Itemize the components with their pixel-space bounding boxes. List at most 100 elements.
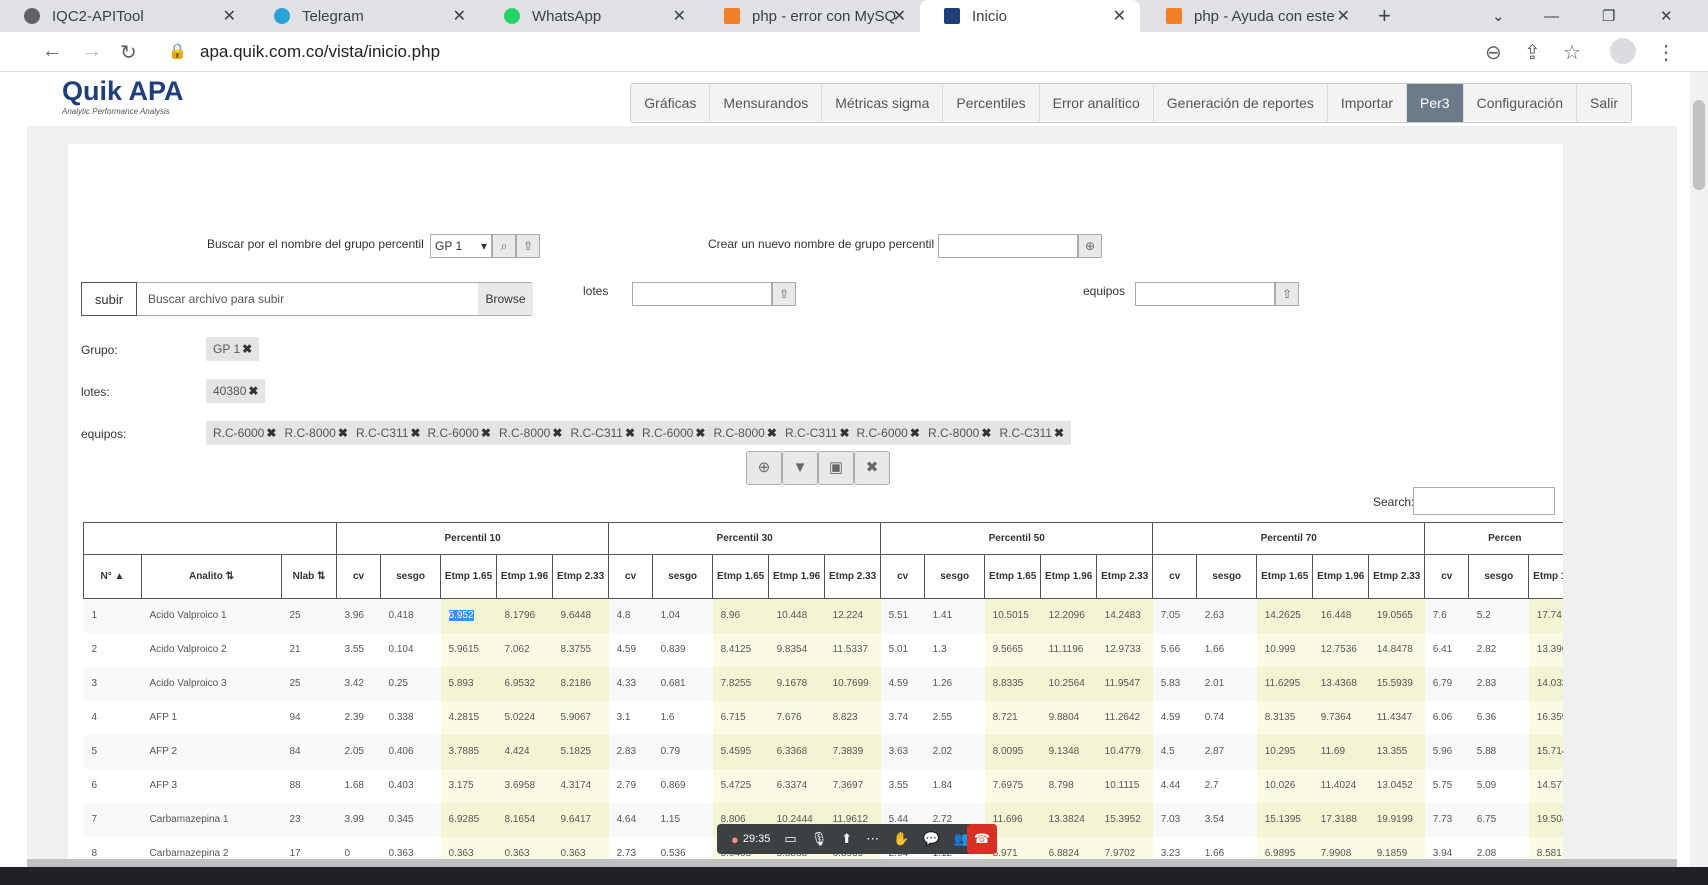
- upload-icon[interactable]: ⇧: [772, 282, 796, 306]
- lotes-input[interactable]: [632, 282, 772, 306]
- nav-error-analitico[interactable]: Error analítico: [1040, 84, 1154, 122]
- equipo-chip[interactable]: R.C-C311 ✖: [778, 421, 857, 445]
- table-row[interactable]: 5 AFP 2 84 2.05 0.406 3.7885 4.424 5.1825 2.83 0.…: [83, 734, 1563, 769]
- nav-metricas-sigma[interactable]: Métricas sigma: [822, 84, 944, 122]
- back-icon[interactable]: ←: [42, 40, 62, 63]
- nav-salir[interactable]: Salir: [1577, 84, 1631, 122]
- tab-inicio[interactable]: Inicio ✕: [920, 0, 1140, 32]
- camera-icon[interactable]: ▭: [784, 831, 796, 847]
- add-icon[interactable]: ⊕: [746, 451, 782, 485]
- tab-php-error[interactable]: php - error con MySQ ✕: [700, 0, 920, 32]
- add-circle-icon[interactable]: ⊕: [1078, 234, 1102, 258]
- equipo-chip[interactable]: R.C-C311 ✖: [992, 421, 1072, 445]
- restore-icon[interactable]: ❐: [1590, 0, 1630, 32]
- window-close-icon[interactable]: ✕: [1648, 0, 1688, 32]
- chat-icon[interactable]: 💬: [923, 831, 939, 847]
- sortable-column-header[interactable]: Etmp 1.65: [1528, 554, 1563, 599]
- mic-icon[interactable]: 🎙: [811, 831, 828, 847]
- equipo-chip[interactable]: R.C-6000 ✖: [420, 421, 498, 445]
- close-icon[interactable]: ✕: [673, 6, 686, 26]
- equipo-chip[interactable]: R.C-C311 ✖: [563, 421, 643, 445]
- nav-percentiles[interactable]: Percentiles: [943, 84, 1040, 122]
- equipo-chip[interactable]: R.C-6000 ✖: [206, 421, 284, 445]
- remove-icon[interactable]: ✖: [981, 426, 991, 440]
- remove-icon[interactable]: ✖: [839, 426, 849, 440]
- sortable-column-header[interactable]: cv: [1152, 554, 1198, 599]
- search-icon[interactable]: ⌕: [492, 234, 516, 258]
- sortable-column-header[interactable]: Etmp 1.96: [496, 554, 554, 599]
- equipo-chip[interactable]: R.C-8000 ✖: [492, 421, 570, 445]
- reload-icon[interactable]: ↻: [120, 40, 137, 65]
- sortable-column-header[interactable]: cv: [1424, 554, 1470, 599]
- group-select[interactable]: GP 1 ▾: [430, 234, 492, 258]
- zoom-icon[interactable]: ⊖: [1485, 40, 1502, 65]
- sortable-column-header[interactable]: cv: [608, 554, 654, 599]
- hangup-button[interactable]: ☎: [967, 824, 997, 854]
- new-tab-button[interactable]: +: [1364, 0, 1404, 32]
- equipo-chip[interactable]: R.C-8000 ✖: [921, 421, 999, 445]
- sortable-column-header[interactable]: Etmp 2.33: [1368, 554, 1426, 599]
- sortable-column-header[interactable]: Nlab ⇅: [280, 554, 338, 599]
- browse-button[interactable]: Browse: [478, 283, 533, 315]
- remove-icon[interactable]: ✖: [552, 426, 562, 440]
- close-icon[interactable]: ✕: [453, 6, 466, 26]
- trash-icon[interactable]: ✖: [854, 451, 890, 485]
- sortable-column-header[interactable]: sesgo: [652, 554, 714, 599]
- tab-php-ayuda[interactable]: php - Ayuda con este ✕: [1142, 0, 1364, 32]
- tab-whatsapp[interactable]: WhatsApp ✕: [480, 0, 700, 32]
- profile-avatar[interactable]: [1610, 38, 1636, 64]
- sortable-column-header[interactable]: Etmp 1.96: [1040, 554, 1098, 599]
- equipo-chip[interactable]: R.C-6000 ✖: [635, 421, 713, 445]
- upload-icon[interactable]: ⇧: [1275, 282, 1299, 306]
- remove-icon[interactable]: ✖: [767, 426, 777, 440]
- sortable-column-header[interactable]: Analito ⇅: [141, 554, 282, 599]
- minimize-icon[interactable]: —: [1532, 0, 1572, 32]
- hand-icon[interactable]: ✋: [893, 831, 909, 847]
- filter-icon[interactable]: ▼: [782, 451, 818, 485]
- sortable-column-header[interactable]: sesgo: [380, 554, 442, 599]
- remove-icon[interactable]: ✖: [1054, 426, 1064, 440]
- table-row[interactable]: 3 Acido Valproico 3 25 3.42 0.25 5.893 6.9532 8…: [83, 666, 1563, 701]
- bookmark-star-icon[interactable]: ☆: [1563, 40, 1581, 65]
- sortable-column-header[interactable]: cv: [880, 554, 926, 599]
- close-icon[interactable]: ✕: [893, 6, 906, 26]
- more-icon[interactable]: ⋯: [866, 831, 879, 847]
- remove-icon[interactable]: ✖: [338, 426, 348, 440]
- sortable-column-header[interactable]: Etmp 1.96: [768, 554, 826, 599]
- sortable-column-header[interactable]: sesgo: [924, 554, 986, 599]
- sortable-column-header[interactable]: Etmp 2.33: [824, 554, 882, 599]
- sortable-column-header[interactable]: Etmp 1.65: [712, 554, 770, 599]
- lote-chip[interactable]: 40380 ✖: [206, 379, 266, 403]
- sortable-column-header[interactable]: sesgo: [1196, 554, 1258, 599]
- close-icon[interactable]: ✕: [1337, 6, 1350, 26]
- sortable-column-header[interactable]: Etmp 2.33: [552, 554, 610, 599]
- file-input[interactable]: Buscar archivo para subir: [148, 292, 284, 306]
- table-row[interactable]: 2 Acido Valproico 2 21 3.55 0.104 5.9615 7.062…: [84, 632, 1563, 667]
- remove-icon[interactable]: ✖: [266, 426, 276, 440]
- grupo-chip[interactable]: GP 1 ✖: [206, 337, 260, 361]
- equipos-input[interactable]: [1135, 282, 1275, 306]
- close-icon[interactable]: ✕: [1113, 6, 1126, 26]
- remove-icon[interactable]: ✖: [695, 426, 705, 440]
- sortable-column-header[interactable]: Etmp 1.65: [1256, 554, 1314, 599]
- nav-per3[interactable]: Per3: [1407, 84, 1464, 122]
- table-search-input[interactable]: [1413, 487, 1555, 515]
- sortable-column-header[interactable]: Etmp 1.96: [1312, 554, 1370, 599]
- table-row[interactable]: 4 AFP 1 94 2.39 0.338 4.2815 5.0224 5.9067 3.1 1.…: [84, 700, 1563, 735]
- nav-generacion-reportes[interactable]: Generación de reportes: [1154, 84, 1328, 122]
- lock-icon[interactable]: 🔒: [168, 42, 187, 60]
- sortable-column-header[interactable]: Etmp 2.33: [1096, 554, 1154, 599]
- new-group-input[interactable]: [938, 234, 1078, 258]
- scroll-thumb[interactable]: [1693, 100, 1705, 190]
- url-field[interactable]: apa.quik.com.co/vista/inicio.php: [200, 42, 440, 62]
- sortable-column-header[interactable]: Etmp 1.65: [984, 554, 1042, 599]
- table-row[interactable]: 6 AFP 3 88 1.68 0.403 3.175 3.6958 4.3174 2.79 0.…: [84, 768, 1563, 803]
- sortable-column-header[interactable]: Etmp 1.65: [440, 554, 498, 599]
- nav-configuracion[interactable]: Configuración: [1464, 84, 1577, 122]
- remove-icon[interactable]: ✖: [481, 426, 491, 440]
- present-icon[interactable]: ⬆: [841, 831, 852, 847]
- tab-telegram[interactable]: Telegram ✕: [250, 0, 480, 32]
- vertical-scrollbar[interactable]: [1690, 72, 1708, 867]
- remove-icon[interactable]: ✖: [242, 342, 252, 356]
- tab-iqc2[interactable]: IQC2-APITool ✕: [0, 0, 250, 32]
